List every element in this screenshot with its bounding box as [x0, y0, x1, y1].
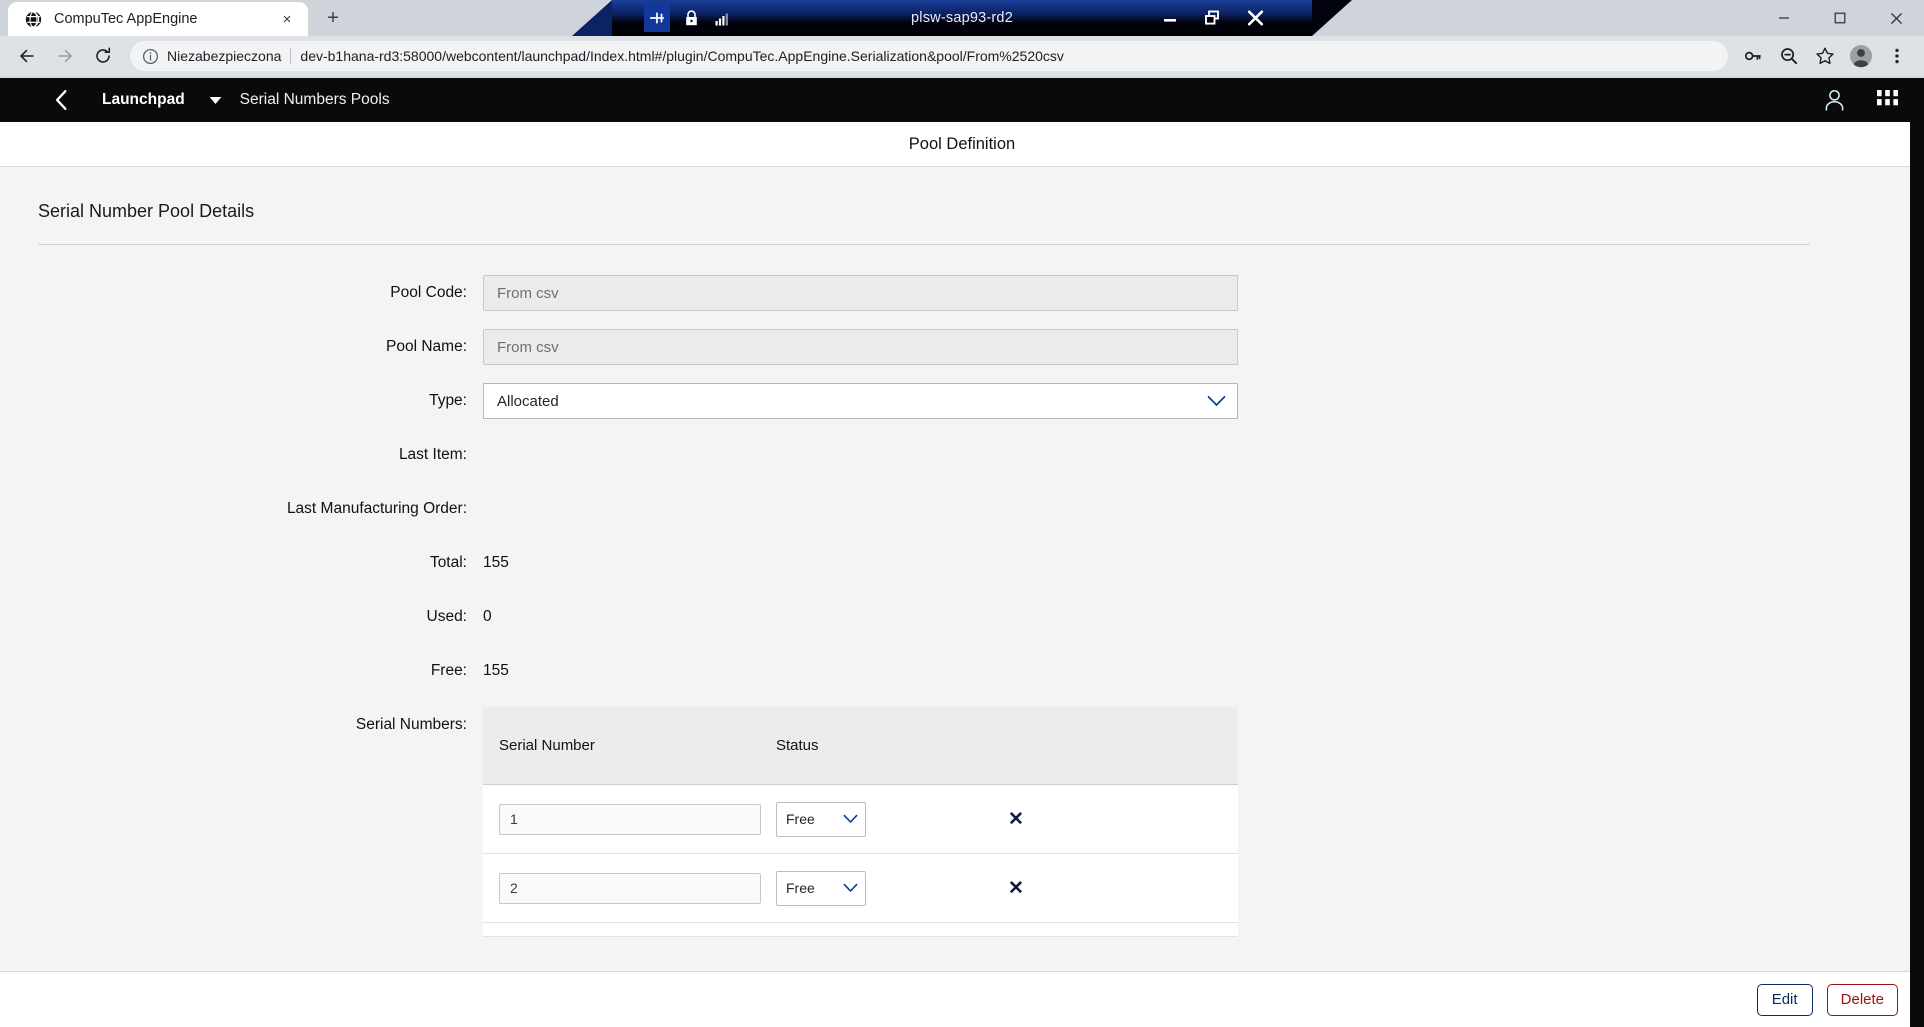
pool-name-input[interactable]: [483, 329, 1238, 365]
close-icon[interactable]: ×: [276, 8, 298, 30]
form-row-pool-code: Pool Code:: [38, 275, 1872, 311]
status-select[interactable]: [776, 801, 866, 837]
profile-avatar-icon[interactable]: [1844, 39, 1878, 73]
chrome-menu-icon[interactable]: [1880, 39, 1914, 73]
app-grid-icon[interactable]: [1877, 89, 1898, 111]
rdp-restore-button[interactable]: [1204, 10, 1221, 26]
type-label: Type:: [429, 392, 467, 409]
serial-number-input[interactable]: [499, 872, 761, 904]
delete-row-button[interactable]: ✕: [1002, 808, 1030, 831]
form-row-last-manufacturing-order: Last Manufacturing Order:: [38, 491, 1872, 527]
pin-icon[interactable]: [644, 4, 670, 32]
form-row-last-item: Last Item:: [38, 437, 1872, 473]
browser-tab-title: CompuTec AppEngine: [54, 11, 198, 27]
used-value: 0: [483, 608, 492, 625]
rdp-window-controls: [1163, 0, 1264, 36]
globe-icon: [24, 10, 42, 28]
password-key-icon[interactable]: [1736, 39, 1770, 73]
serial-numbers-table: Serial Number Status 1 Free ✕ 2 Free ✕: [483, 707, 1238, 937]
window-minimize-button[interactable]: [1756, 0, 1812, 36]
back-button[interactable]: [10, 39, 44, 73]
window-maximize-button[interactable]: [1812, 0, 1868, 36]
rdp-bar-icons: [612, 4, 734, 32]
last-manufacturing-order-label: Last Manufacturing Order:: [286, 500, 467, 517]
browser-window-controls: [1756, 0, 1924, 36]
form-row-used: Used: 0: [38, 599, 1872, 635]
free-value: 155: [483, 662, 509, 679]
browser-toolbar: Niezabezpieczona dev-b1hana-rd3:58000/we…: [0, 36, 1924, 76]
omnibox-divider: [290, 48, 292, 64]
free-label: Free:: [430, 662, 467, 679]
table-header-row: Serial Number Status: [483, 707, 1238, 785]
section-title: Serial Number Pool Details: [38, 201, 255, 221]
app-bar-actions: [1824, 78, 1898, 122]
web-page: Launchpad Serial Numbers Pools Pool Defi…: [0, 78, 1924, 1027]
page-content: Serial Number Pool Details Pool Code: Po…: [0, 167, 1910, 971]
form-row-serial-numbers: Serial Numbers: Serial Number Status 1 F…: [38, 707, 1872, 937]
security-status-label: Niezabezpieczona: [167, 48, 282, 64]
os-desktop-frame: CompuTec AppEngine × + Niezabezpieczona …: [0, 0, 1924, 1027]
window-close-button[interactable]: [1868, 0, 1924, 36]
signal-strength-icon: [712, 8, 734, 28]
app-back-icon[interactable]: [48, 87, 74, 113]
status-select[interactable]: [776, 870, 866, 906]
table-row: ✕: [483, 785, 1238, 854]
pool-code-input[interactable]: [483, 275, 1238, 311]
page-right-edge: [1910, 78, 1924, 1027]
zoom-out-icon[interactable]: [1772, 39, 1806, 73]
info-circle-icon[interactable]: [142, 48, 159, 65]
pool-name-label: Pool Name:: [386, 338, 467, 355]
page-content-scroll-area: Serial Number Pool Details Pool Code: Po…: [0, 167, 1924, 971]
breadcrumb[interactable]: Serial Numbers Pools: [240, 91, 390, 109]
type-select[interactable]: [483, 383, 1238, 419]
bookmark-star-icon[interactable]: [1808, 39, 1842, 73]
reload-button[interactable]: [86, 39, 120, 73]
chevron-down-icon[interactable]: [209, 96, 222, 105]
total-label: Total:: [429, 554, 467, 571]
rdp-connection-bar: plsw-sap93-rd2: [572, 0, 1352, 36]
total-value: 155: [483, 554, 509, 571]
page-title: Pool Definition: [908, 134, 1016, 153]
action-footer: Edit Delete: [0, 971, 1924, 1027]
pool-details-form: Pool Code: Pool Name: Ty: [38, 275, 1872, 937]
page-title-bar: Pool Definition: [0, 122, 1924, 167]
launchpad-link[interactable]: Launchpad: [102, 91, 185, 109]
address-bar-url: dev-b1hana-rd3:58000/webcontent/launchpa…: [300, 48, 1064, 64]
last-item-label: Last Item:: [398, 446, 467, 463]
delete-row-button[interactable]: ✕: [1002, 877, 1030, 900]
serial-numbers-label: Serial Numbers:: [355, 716, 467, 733]
column-header-status: Status: [776, 737, 819, 754]
delete-button[interactable]: Delete: [1826, 983, 1898, 1016]
form-row-pool-name: Pool Name:: [38, 329, 1872, 365]
forward-button[interactable]: [48, 39, 82, 73]
app-navigation-bar: Launchpad Serial Numbers Pools: [0, 78, 1924, 122]
section-divider: [38, 244, 1810, 245]
form-row-type: Type:: [38, 383, 1872, 419]
address-bar[interactable]: Niezabezpieczona dev-b1hana-rd3:58000/we…: [130, 41, 1728, 71]
pool-code-label: Pool Code:: [390, 284, 467, 301]
form-row-free: Free: 155: [38, 653, 1872, 689]
lock-icon[interactable]: [680, 8, 702, 28]
table-row-partial: [483, 923, 1238, 937]
rdp-minimize-button[interactable]: [1163, 11, 1178, 25]
serial-number-input[interactable]: [499, 803, 761, 835]
used-label: Used:: [426, 608, 468, 625]
column-header-serial-number: Serial Number: [499, 737, 595, 754]
rdp-close-button[interactable]: [1247, 10, 1264, 26]
browser-toolbar-icons: [1736, 39, 1914, 73]
table-row: ✕: [483, 854, 1238, 923]
form-row-total: Total: 155: [38, 545, 1872, 581]
new-tab-button[interactable]: +: [318, 3, 348, 33]
browser-tab[interactable]: CompuTec AppEngine ×: [8, 2, 308, 36]
browser-window: CompuTec AppEngine × + Niezabezpieczona …: [0, 0, 1924, 1027]
edit-button[interactable]: Edit: [1756, 983, 1813, 1016]
user-account-icon[interactable]: [1824, 89, 1845, 112]
